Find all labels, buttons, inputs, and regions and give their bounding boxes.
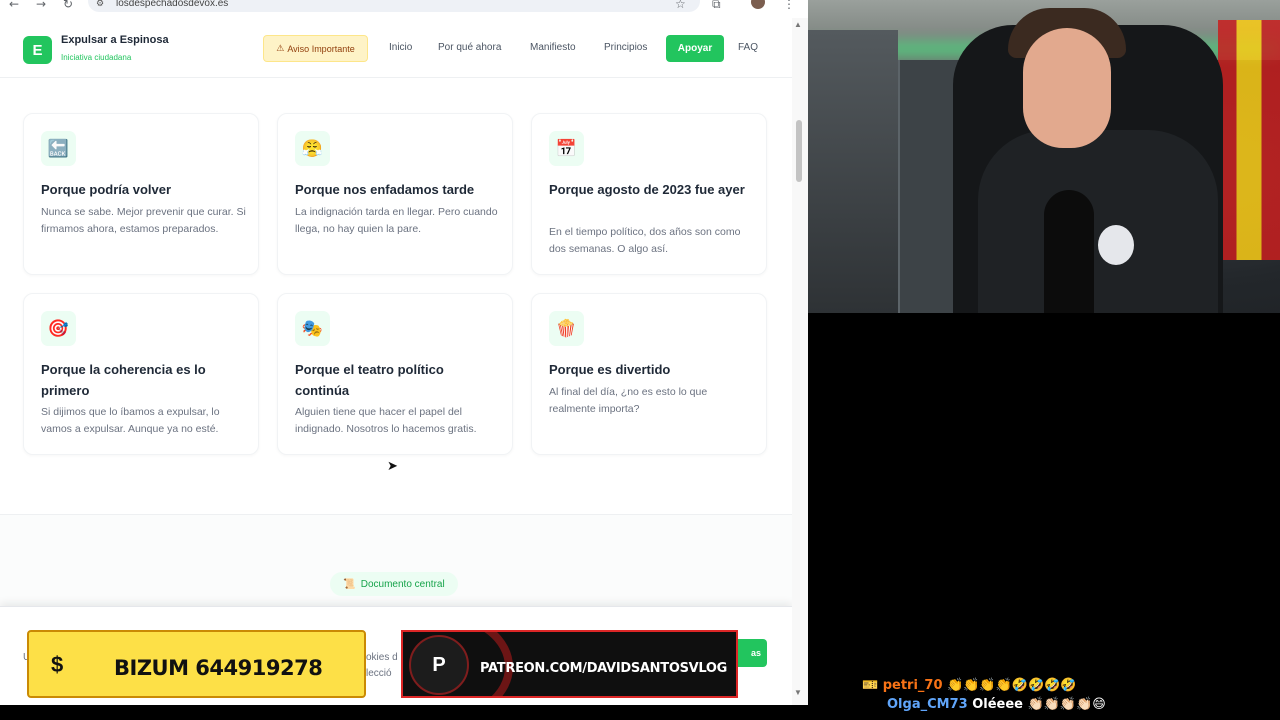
reason-card: 🔙 Porque podría volver Nunca se sabe. Me… [23,113,259,275]
chat-badge-icon: 🎫 [862,678,879,693]
document-badge: 📜 Documento central [330,572,458,596]
patreon-text: PATREON.COM/DAVIDSANTOSVLOG [480,661,728,676]
webcam-flag [1218,20,1280,260]
site-info-icon[interactable]: ⚙ [96,0,104,9]
card-title: Porque el teatro político continúa [295,362,444,398]
reason-card: 😤 Porque nos enfadamos tarde La indignac… [277,113,513,275]
document-badge-label: Documento central [360,578,445,590]
chat-message: Olga_CM73 Oléeee 👏🏻👏🏻👏🏻👏🏻😄 [887,697,1106,712]
popcorn-icon: 🍿 [549,311,584,346]
webcam-hoodie [978,130,1218,313]
address-bar[interactable]: ⚙ losdespechadosdevox.es [88,0,700,12]
important-notice-label: Aviso Importante [287,43,355,54]
nav-faq[interactable]: FAQ [738,42,758,53]
bookmark-star-icon[interactable]: ☆ [675,0,686,11]
card-text: En el tiempo político, dos años son como… [549,226,741,255]
card-text: Al final del día, ¿no es esto lo que rea… [549,386,708,415]
chat-message: 🎫 petri_70 👏👏👏👏🤣🤣🤣🤣 [862,678,1077,693]
card-title: Porque es divertido [549,362,671,377]
angry-face-icon: 😤 [295,131,330,166]
forward-icon[interactable]: → [36,0,46,11]
brand-title[interactable]: Expulsar a Espinosa [61,34,169,46]
patreon-logo-icon: P [409,635,469,695]
site-header: E Expulsar a Espinosa Iniciativa ciudada… [0,18,792,78]
nav-por-que-ahora[interactable]: Por qué ahora [438,42,501,53]
webcam-face [1023,28,1111,148]
chat-text: 👏👏👏👏🤣🤣🤣🤣 [947,678,1077,693]
card-title: Porque nos enfadamos tarde [295,182,475,197]
card-text: La indignación tarda en llegar. Pero cua… [295,206,498,235]
reason-card: 🎭 Porque el teatro político continúa Alg… [277,293,513,455]
chat-username: petri_70 [882,678,943,693]
theater-masks-icon: 🎭 [295,311,330,346]
mouse-cursor-icon: ➤ [387,458,398,473]
menu-icon[interactable]: ⋮ [783,0,795,11]
webcam-shirt-logo [1098,225,1134,265]
profile-avatar[interactable] [751,0,765,9]
chat-text: Oléeee 👏🏻👏🏻👏🏻👏🏻😄 [972,697,1106,712]
card-text: Alguien tiene que hacer el papel del ind… [295,406,477,435]
webcam-shelf [808,30,898,313]
dollar-icon: $ [51,652,64,677]
nav-inicio[interactable]: Inicio [389,42,412,53]
calendar-icon: 📅 [549,131,584,166]
card-text: Si dijimos que lo íbamos a expulsar, lo … [41,406,220,435]
card-text: Nunca se sabe. Mejor prevenir que curar.… [41,206,246,235]
bizum-donation-banner: $ BIZUM 644919278 [27,630,366,698]
reload-icon[interactable]: ↻ [63,0,73,11]
streamer-webcam [808,0,1280,313]
scroll-thumb[interactable] [796,120,802,182]
important-notice-button[interactable]: ⚠ Aviso Importante [263,35,368,62]
cookie-text: okies d [366,652,398,663]
card-title: Porque podría volver [41,182,172,197]
scroll-icon: 📜 [343,578,356,590]
card-title: Porque agosto de 2023 fue ayer [549,182,745,197]
brand-subtitle: Iniciativa ciudadana [61,53,132,62]
target-icon: 🎯 [41,311,76,346]
patreon-banner: P PATREON.COM/DAVIDSANTOSVLOG [401,630,738,698]
reason-card: 🎯 Porque la coherencia es lo primero Si … [23,293,259,455]
cookie-text: lecció [366,668,392,679]
nav-manifiesto[interactable]: Manifiesto [530,42,576,53]
scroll-down-icon[interactable]: ▼ [794,688,802,697]
reason-card: 📅 Porque agosto de 2023 fue ayer En el t… [531,113,767,275]
card-title: Porque la coherencia es lo primero [41,362,206,398]
support-button[interactable]: Apoyar [666,35,724,62]
bizum-text: BIZUM 644919278 [114,656,323,680]
microphone-icon [1044,190,1094,313]
back-icon[interactable]: ← [9,0,19,11]
url-text[interactable]: losdespechadosdevox.es [116,0,228,9]
page-scrollbar[interactable]: ▲ ▼ [792,18,808,705]
nav-principios[interactable]: Principios [604,42,647,53]
reason-card: 🍿 Porque es divertido Al final del día, … [531,293,767,455]
browser-window: ← → ↻ ⚙ losdespechadosdevox.es ☆ ⧉ ⋮ E E… [0,0,808,705]
extensions-icon[interactable]: ⧉ [712,0,721,12]
back-arrow-icon: 🔙 [41,131,76,166]
scroll-up-icon[interactable]: ▲ [794,20,802,29]
browser-toolbar: ← → ↻ ⚙ losdespechadosdevox.es ☆ ⧉ ⋮ [0,0,808,16]
chat-username: Olga_CM73 [887,697,968,712]
warning-icon: ⚠ [276,43,285,53]
site-logo[interactable]: E [23,36,52,64]
